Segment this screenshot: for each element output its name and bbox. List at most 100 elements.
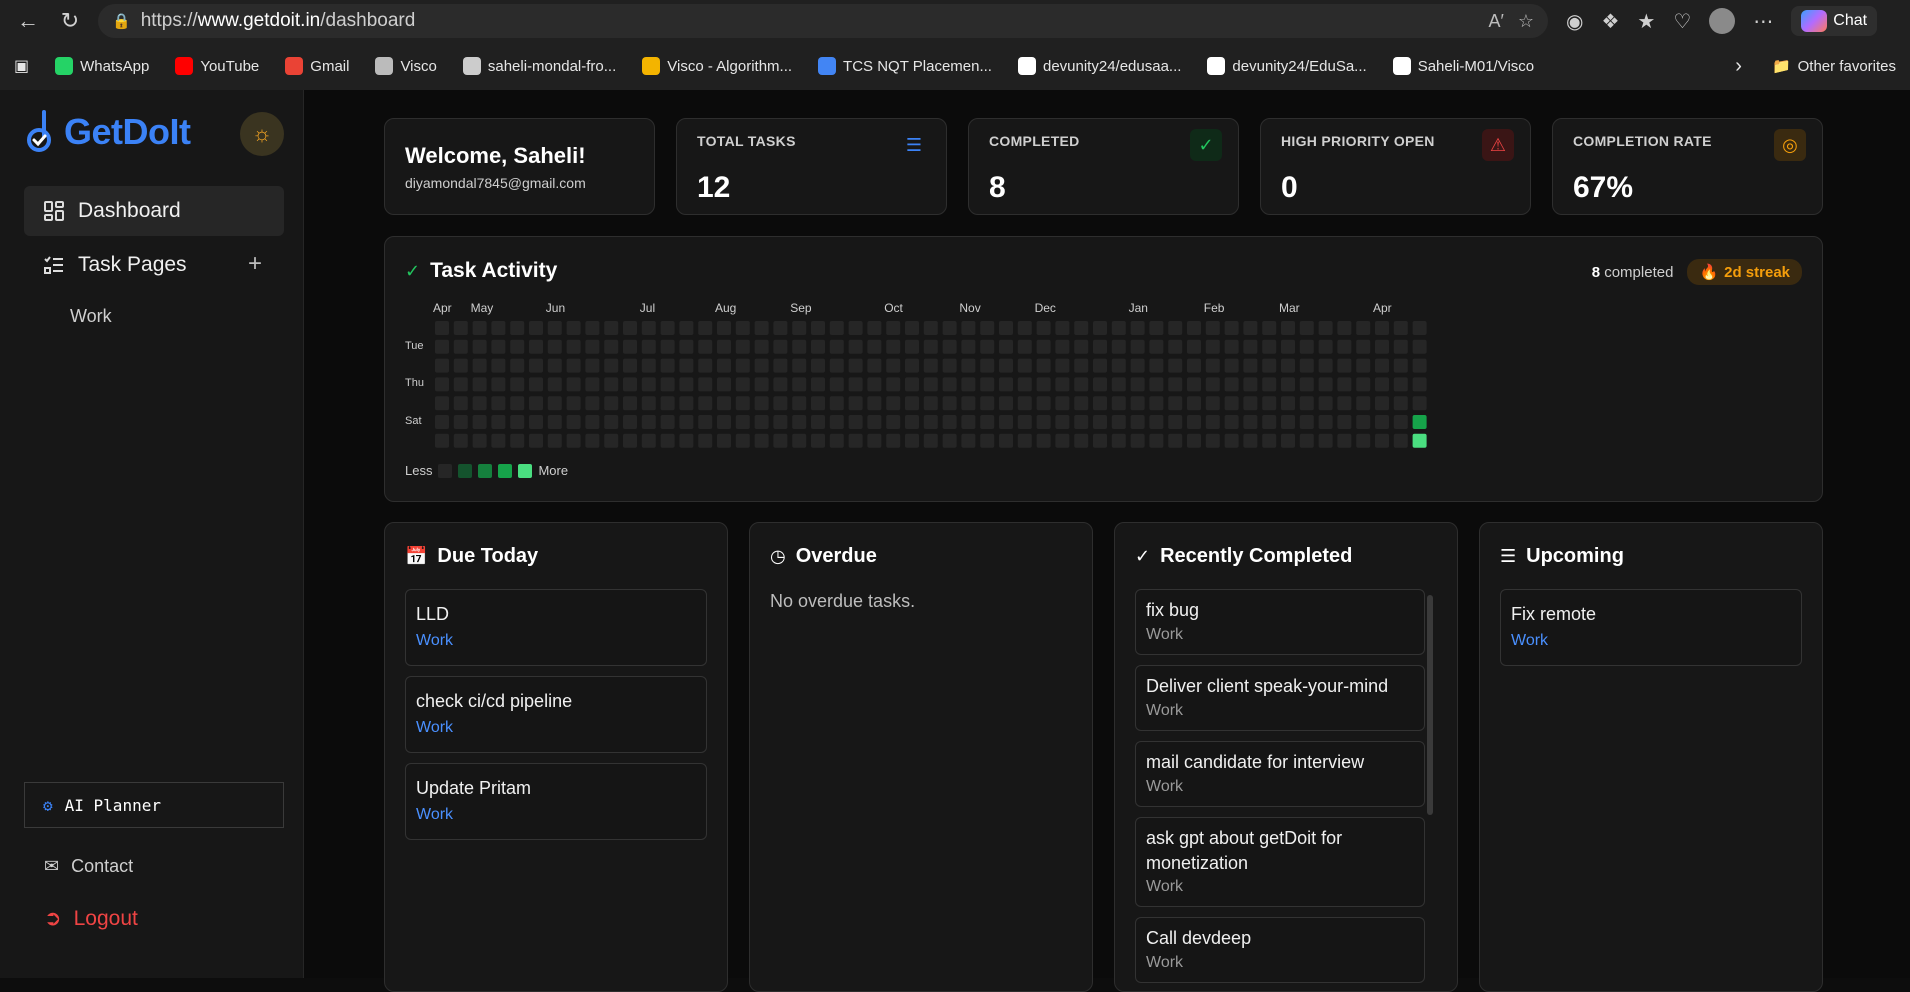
heatmap-cell[interactable] xyxy=(660,339,675,354)
heatmap-cell[interactable] xyxy=(698,396,713,411)
heatmap-cell[interactable] xyxy=(961,321,976,335)
heatmap-cell[interactable] xyxy=(980,358,995,373)
heatmap-cell[interactable] xyxy=(529,339,543,354)
heatmap-cell[interactable] xyxy=(1393,339,1408,354)
heatmap-cell[interactable] xyxy=(773,396,788,411)
task-card[interactable]: Fix remote Work xyxy=(1500,589,1802,666)
heatmap-cell[interactable] xyxy=(1149,415,1164,429)
heatmap-cell[interactable] xyxy=(1149,377,1164,392)
heatmap-cell[interactable] xyxy=(773,415,788,429)
heatmap-cell[interactable] xyxy=(886,433,901,448)
heatmap-cell[interactable] xyxy=(1168,321,1183,335)
heatmap-cell[interactable] xyxy=(1017,321,1032,335)
heatmap-cell[interactable] xyxy=(1262,396,1277,411)
heatmap-cell[interactable] xyxy=(604,321,619,335)
heatmap-cell[interactable] xyxy=(886,321,901,335)
heatmap-cell[interactable] xyxy=(1130,433,1145,448)
heatmap-cell[interactable] xyxy=(754,377,769,392)
heatmap-cell[interactable] xyxy=(1412,339,1427,354)
heatmap-cell[interactable] xyxy=(547,396,562,411)
heatmap-cell[interactable] xyxy=(792,433,807,448)
heatmap-cell[interactable] xyxy=(547,339,562,354)
heatmap-cell[interactable] xyxy=(999,415,1013,429)
heatmap-cell[interactable] xyxy=(1074,358,1089,373)
heatmap-cell[interactable] xyxy=(1281,377,1295,392)
bookmark-item[interactable]: WhatsApp xyxy=(55,57,149,75)
heatmap-cell[interactable] xyxy=(1224,358,1239,373)
heatmap-cell[interactable] xyxy=(923,321,938,335)
heatmap-cell[interactable] xyxy=(623,415,637,429)
heatmap-cell[interactable] xyxy=(641,339,656,354)
heatmap-cell[interactable] xyxy=(1337,339,1352,354)
heatmap-cell[interactable] xyxy=(829,321,844,335)
sun-icon[interactable]: ☼ xyxy=(240,112,284,156)
heatmap-cell[interactable] xyxy=(1299,339,1314,354)
heatmap-cell[interactable] xyxy=(1412,377,1427,392)
heatmap-cell[interactable] xyxy=(1149,396,1164,411)
heatmap-cell[interactable] xyxy=(1281,396,1295,411)
heatmap-cell[interactable] xyxy=(867,377,882,392)
heatmap-cell[interactable] xyxy=(453,321,468,335)
heatmap-cell[interactable] xyxy=(1299,321,1314,335)
heatmap-cell[interactable] xyxy=(886,396,901,411)
heatmap-cell[interactable] xyxy=(754,321,769,335)
heatmap-cell[interactable] xyxy=(1093,358,1107,373)
heatmap-cell[interactable] xyxy=(510,396,525,411)
heatmap-cell[interactable] xyxy=(829,433,844,448)
heatmap-cell[interactable] xyxy=(1130,415,1145,429)
heatmap-cell[interactable] xyxy=(1375,433,1389,448)
heatmap-cell[interactable] xyxy=(1393,396,1408,411)
heatmap-cell[interactable] xyxy=(491,358,506,373)
heatmap-cell[interactable] xyxy=(679,396,694,411)
heatmap-cell[interactable] xyxy=(848,396,863,411)
heatmap-cell[interactable] xyxy=(1205,396,1220,411)
heatmap-cell[interactable] xyxy=(510,415,525,429)
heatmap-cell[interactable] xyxy=(604,415,619,429)
heatmap-cell[interactable] xyxy=(1281,358,1295,373)
heatmap-cell[interactable] xyxy=(999,358,1013,373)
heatmap-cell[interactable] xyxy=(1412,433,1427,448)
heatmap-cell[interactable] xyxy=(1168,377,1183,392)
task-card[interactable]: fix bug Work xyxy=(1135,589,1425,655)
heatmap-cell[interactable] xyxy=(1055,433,1070,448)
heatmap-cell[interactable] xyxy=(1281,321,1295,335)
heatmap-cell[interactable] xyxy=(980,339,995,354)
heatmap-cell[interactable] xyxy=(529,415,543,429)
heatmap-cell[interactable] xyxy=(867,433,882,448)
heatmap-cell[interactable] xyxy=(942,396,957,411)
heatmap-cell[interactable] xyxy=(679,339,694,354)
heatmap-cell[interactable] xyxy=(1262,339,1277,354)
heatmap-cell[interactable] xyxy=(811,358,825,373)
heatmap-cell[interactable] xyxy=(1337,377,1352,392)
heatmap-cell[interactable] xyxy=(773,358,788,373)
heatmap-cell[interactable] xyxy=(848,321,863,335)
heatmap-cell[interactable] xyxy=(1130,396,1145,411)
logout-button[interactable]: ➲ Logout xyxy=(44,906,138,931)
heatmap-cell[interactable] xyxy=(1243,339,1258,354)
heatmap-cell[interactable] xyxy=(1093,321,1107,335)
task-page[interactable]: Work xyxy=(416,719,453,737)
heatmap-cell[interactable] xyxy=(848,415,863,429)
heatmap-cell[interactable] xyxy=(435,415,449,429)
task-page[interactable]: Work xyxy=(1146,626,1183,644)
heatmap-cell[interactable] xyxy=(754,358,769,373)
heatmap-cell[interactable] xyxy=(1168,396,1183,411)
heatmap-cell[interactable] xyxy=(491,415,506,429)
heatmap-cell[interactable] xyxy=(1074,433,1089,448)
heatmap-cell[interactable] xyxy=(1243,321,1258,335)
heatmap-cell[interactable] xyxy=(529,377,543,392)
heatmap-cell[interactable] xyxy=(1187,339,1201,354)
heatmap-cell[interactable] xyxy=(435,339,449,354)
heatmap-cell[interactable] xyxy=(717,377,731,392)
bookmark-item[interactable]: Visco xyxy=(375,57,437,75)
heatmap-cell[interactable] xyxy=(435,433,449,448)
heatmap-cell[interactable] xyxy=(1017,358,1032,373)
heatmap-cell[interactable] xyxy=(1168,415,1183,429)
heatmap-cell[interactable] xyxy=(792,415,807,429)
heatmap-cell[interactable] xyxy=(717,339,731,354)
refresh-icon[interactable]: ↻ xyxy=(52,3,88,39)
heatmap-cell[interactable] xyxy=(698,415,713,429)
task-card[interactable]: mail candidate for interview Work xyxy=(1135,741,1425,807)
heatmap-cell[interactable] xyxy=(566,433,581,448)
heatmap-cell[interactable] xyxy=(453,358,468,373)
